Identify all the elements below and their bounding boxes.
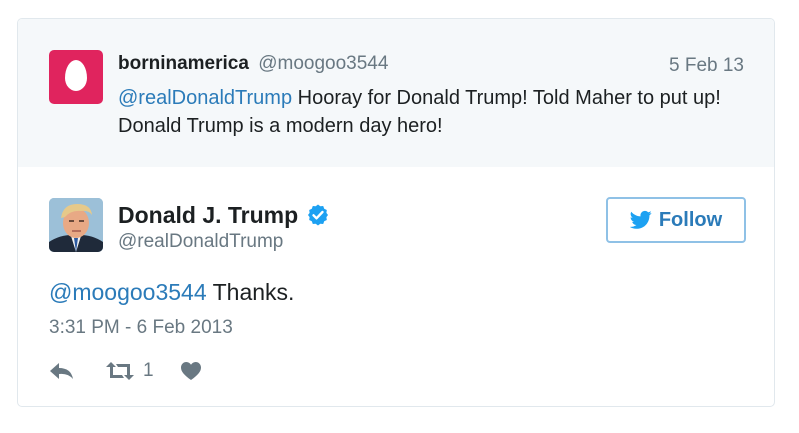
parent-date[interactable]: 5 Feb 13 xyxy=(669,55,744,77)
verified-badge-icon xyxy=(308,204,329,226)
egg-icon xyxy=(65,60,87,91)
retweet-count: 1 xyxy=(143,360,154,381)
mention-link[interactable]: @moogoo3544 xyxy=(49,279,207,305)
parent-header: borninamerica @moogoo3544 xyxy=(118,53,388,75)
author-name[interactable]: Donald J. Trump xyxy=(118,202,298,229)
tweet-actions: 1 xyxy=(49,359,202,383)
retweet-button[interactable]: 1 xyxy=(105,360,154,382)
parent-tweet-text: @realDonaldTrump Hooray for Donald Trump… xyxy=(118,84,748,140)
tweet-text-body: Thanks. xyxy=(206,279,295,305)
twitter-bird-icon xyxy=(629,210,652,229)
author-avatar[interactable] xyxy=(49,198,103,252)
heart-icon xyxy=(180,362,201,380)
embedded-tweet-card: borninamerica @moogoo3544 5 Feb 13 @real… xyxy=(17,18,775,407)
parent-author-name[interactable]: borninamerica xyxy=(118,53,249,74)
retweet-icon xyxy=(106,362,134,380)
parent-mention-link[interactable]: @realDonaldTrump xyxy=(118,87,292,109)
parent-author-handle[interactable]: @moogoo3544 xyxy=(258,53,388,74)
reply-icon xyxy=(50,363,73,379)
tweet-timestamp[interactable]: 3:31 PM - 6 Feb 2013 xyxy=(49,317,233,339)
tweet-text: @moogoo3544 Thanks. xyxy=(49,279,294,306)
parent-tweet[interactable]: borninamerica @moogoo3544 5 Feb 13 @real… xyxy=(18,19,774,167)
author-name-row: Donald J. Trump xyxy=(118,201,330,229)
parent-avatar[interactable] xyxy=(49,50,103,104)
follow-button[interactable]: Follow xyxy=(606,197,746,243)
like-button[interactable] xyxy=(180,361,202,381)
author-handle[interactable]: @realDonaldTrump xyxy=(118,231,330,253)
follow-button-label: Follow xyxy=(658,208,723,231)
trump-portrait-icon xyxy=(49,198,103,252)
reply-button[interactable] xyxy=(49,361,75,381)
author-block: Donald J. Trump @realDonaldTrump xyxy=(118,201,330,253)
